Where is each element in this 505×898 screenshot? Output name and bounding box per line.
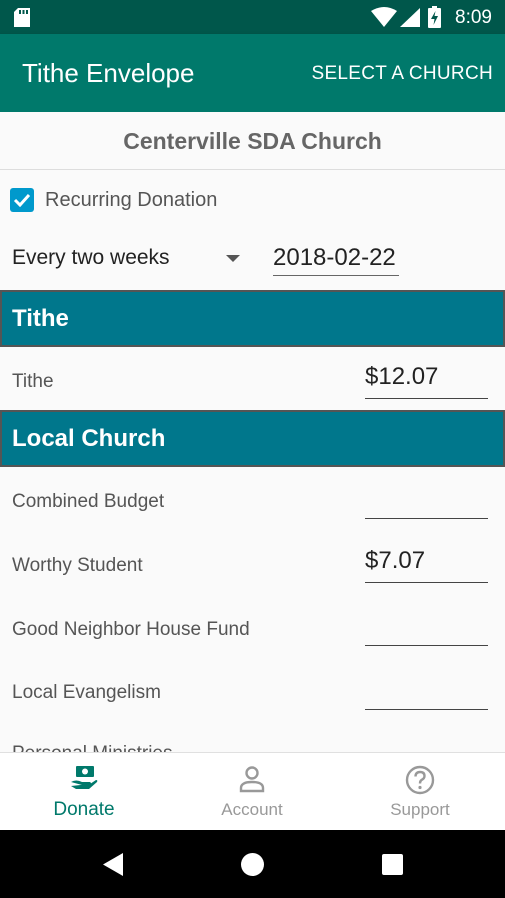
wifi-icon <box>371 7 397 27</box>
amount-field-tithe[interactable]: $12.07 <box>365 359 488 399</box>
amount-field-combined-budget[interactable] <box>365 479 488 519</box>
nav-account-label: Account <box>221 800 283 819</box>
app-bar: Tithe Envelope SELECT A CHURCH <box>0 34 505 112</box>
row-label-worthy-student: Worthy Student <box>12 555 143 576</box>
nav-donate[interactable]: Donate <box>0 753 168 831</box>
nav-account[interactable]: Account <box>168 753 336 831</box>
nav-support-label: Support <box>390 800 450 819</box>
donate-icon <box>71 766 98 789</box>
account-icon <box>239 766 265 793</box>
frequency-select[interactable]: Every two weeks <box>12 246 170 270</box>
amount-field-good-neighbor[interactable] <box>365 606 488 646</box>
bottom-navigation: Donate Account Support <box>0 752 505 830</box>
recurring-label: Recurring Donation <box>45 188 218 211</box>
home-icon[interactable] <box>241 853 264 876</box>
battery-charging-icon <box>428 6 441 28</box>
back-icon[interactable] <box>103 853 123 876</box>
status-time: 8:09 <box>455 7 492 28</box>
nav-support[interactable]: Support <box>336 753 504 831</box>
system-navigation-bar <box>0 830 505 898</box>
recurring-donation-toggle[interactable]: Recurring Donation <box>10 187 217 213</box>
recents-icon[interactable] <box>382 854 403 875</box>
dropdown-arrow-icon[interactable] <box>226 255 240 262</box>
amount-field-local-evangelism[interactable] <box>365 670 488 710</box>
church-name: Centerville SDA Church <box>0 112 505 170</box>
row-label-combined-budget: Combined Budget <box>12 491 165 512</box>
recurring-checkbox[interactable] <box>10 188 34 212</box>
row-label-personal-ministries: Personal Ministries <box>12 743 173 752</box>
status-bar: 8:09 <box>0 0 505 34</box>
sd-card-icon <box>14 8 30 27</box>
cell-signal-icon <box>400 8 420 27</box>
section-header-tithe: Tithe <box>0 290 505 347</box>
amount-field-worthy-student[interactable]: $7.07 <box>365 543 488 583</box>
row-label-local-evangelism: Local Evangelism <box>12 682 161 703</box>
row-label-tithe: Tithe <box>12 371 54 392</box>
nav-donate-label: Donate <box>53 799 115 820</box>
row-label-good-neighbor: Good Neighbor House Fund <box>12 619 250 640</box>
check-icon <box>13 193 31 207</box>
app-title: Tithe Envelope <box>22 58 195 88</box>
date-field[interactable]: 2018-02-22 <box>273 244 399 276</box>
select-church-button[interactable]: SELECT A CHURCH <box>311 63 493 85</box>
donation-form[interactable]: Centerville SDA Church Recurring Donatio… <box>0 112 505 752</box>
section-header-local-church: Local Church <box>0 410 505 467</box>
help-icon <box>405 765 435 795</box>
